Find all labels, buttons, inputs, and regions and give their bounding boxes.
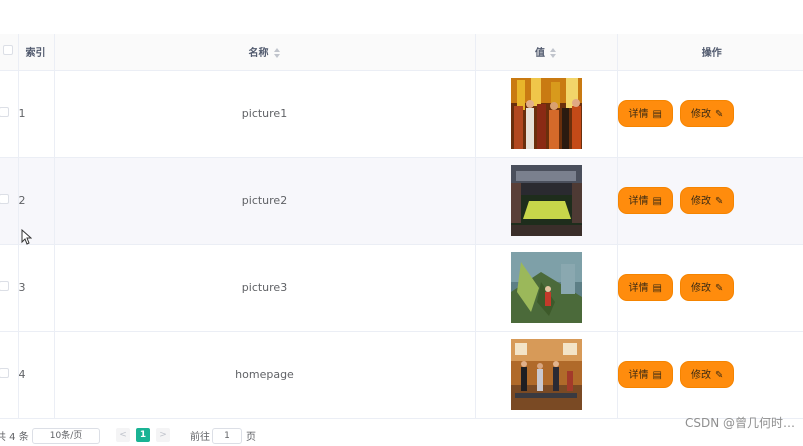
edit-button-label: 修改 xyxy=(690,109,711,120)
edit-button-label: 修改 xyxy=(690,370,711,381)
detail-button[interactable]: 详情 ▤ xyxy=(617,361,673,388)
detail-button[interactable]: 详情 ▤ xyxy=(617,274,673,301)
select-all-cell xyxy=(0,34,19,71)
detail-button-label: 详情 xyxy=(628,196,649,207)
table-row: 3 picture3 详情 ▤ 修改 ✎ xyxy=(0,244,803,332)
csdn-watermark: CSDN @曾几何时… xyxy=(684,416,795,430)
table-row: 1 picture1 详情 ▤ 修改 ✎ xyxy=(0,70,803,158)
sort-icon[interactable] xyxy=(550,48,557,59)
table-row: 2 picture2 详情 ▤ 修改 ✎ xyxy=(0,157,803,245)
row-select-cell xyxy=(0,331,19,419)
row-actions: 详情 ▤ 修改 ✎ xyxy=(617,331,803,419)
mouse-cursor-icon xyxy=(21,229,32,245)
document-icon: ▤ xyxy=(652,109,662,120)
page-unit-label: 页 xyxy=(246,432,256,443)
data-table: 索引 名称 值 操作 1 picture1 详情 ▤ 修改 ✎ 2 pictur… xyxy=(0,34,803,419)
row-name: picture3 xyxy=(54,244,476,332)
page-number-current[interactable]: 1 xyxy=(136,428,150,442)
edit-button-label: 修改 xyxy=(690,283,711,294)
row-actions: 详情 ▤ 修改 ✎ xyxy=(617,70,803,158)
column-header-name[interactable]: 名称 xyxy=(54,34,476,71)
select-all-checkbox[interactable] xyxy=(3,45,14,56)
document-icon: ▤ xyxy=(652,283,662,294)
document-icon: ▤ xyxy=(652,370,662,381)
row-image-cell xyxy=(475,157,618,245)
sports-action-photo-thumbnail[interactable] xyxy=(510,252,582,323)
row-select-cell xyxy=(0,157,19,245)
table-header: 索引 名称 值 操作 xyxy=(0,34,803,71)
detail-button-label: 详情 xyxy=(628,370,649,381)
row-name: homepage xyxy=(54,331,476,419)
table-body: 1 picture1 详情 ▤ 修改 ✎ 2 picture2 详情 ▤ 修改 … xyxy=(0,70,803,419)
pencil-icon: ✎ xyxy=(714,370,724,381)
detail-button-label: 详情 xyxy=(628,109,649,120)
edit-button[interactable]: 修改 ✎ xyxy=(679,274,735,301)
page-size-select[interactable]: 10条/页 xyxy=(32,428,100,444)
column-header-value[interactable]: 值 xyxy=(475,34,618,71)
document-icon: ▤ xyxy=(652,196,662,207)
pencil-icon: ✎ xyxy=(714,283,724,294)
row-select-cell xyxy=(0,244,19,332)
detail-button[interactable]: 详情 ▤ xyxy=(617,187,673,214)
row-index: 4 xyxy=(18,331,55,419)
column-header-actions: 操作 xyxy=(617,34,803,71)
column-header-name-label: 名称 xyxy=(248,48,269,60)
row-actions: 详情 ▤ 修改 ✎ xyxy=(617,244,803,332)
row-actions: 详情 ▤ 修改 ✎ xyxy=(617,157,803,245)
row-name: picture1 xyxy=(54,70,476,158)
edit-button[interactable]: 修改 ✎ xyxy=(679,187,735,214)
edit-button[interactable]: 修改 ✎ xyxy=(679,100,735,127)
sort-icon[interactable] xyxy=(273,48,281,59)
prev-page-button[interactable]: < xyxy=(116,428,130,442)
row-checkbox[interactable] xyxy=(0,368,9,378)
detail-button-label: 详情 xyxy=(628,283,649,294)
goto-page-input[interactable]: 1 xyxy=(212,428,242,444)
row-name: picture2 xyxy=(54,157,476,245)
row-image-cell xyxy=(475,331,618,419)
row-index: 1 xyxy=(18,70,55,158)
edit-button-label: 修改 xyxy=(690,196,711,207)
pencil-icon: ✎ xyxy=(714,196,724,207)
row-checkbox[interactable] xyxy=(0,281,9,291)
row-image-cell xyxy=(475,70,618,158)
pagination: 共 4 条 10条/页 < 1 > 前往 1 页 xyxy=(0,426,803,446)
crowd-photo-thumbnail[interactable] xyxy=(510,78,582,149)
goto-label: 前往 xyxy=(190,432,210,443)
column-header-value-label: 值 xyxy=(535,48,545,60)
pencil-icon: ✎ xyxy=(714,109,724,120)
column-header-index: 索引 xyxy=(18,34,55,71)
row-checkbox[interactable] xyxy=(0,194,9,204)
pagination-total: 共 4 条 xyxy=(0,432,29,443)
next-page-button[interactable]: > xyxy=(156,428,170,442)
edit-button[interactable]: 修改 ✎ xyxy=(679,361,735,388)
gym-photo-thumbnail[interactable] xyxy=(510,339,582,410)
stadium-photo-thumbnail[interactable] xyxy=(510,165,582,236)
detail-button[interactable]: 详情 ▤ xyxy=(617,100,673,127)
row-select-cell xyxy=(0,70,19,158)
row-checkbox[interactable] xyxy=(0,107,9,117)
table-row: 4 homepage 详情 ▤ 修改 ✎ xyxy=(0,331,803,419)
row-index: 3 xyxy=(18,244,55,332)
row-image-cell xyxy=(475,244,618,332)
